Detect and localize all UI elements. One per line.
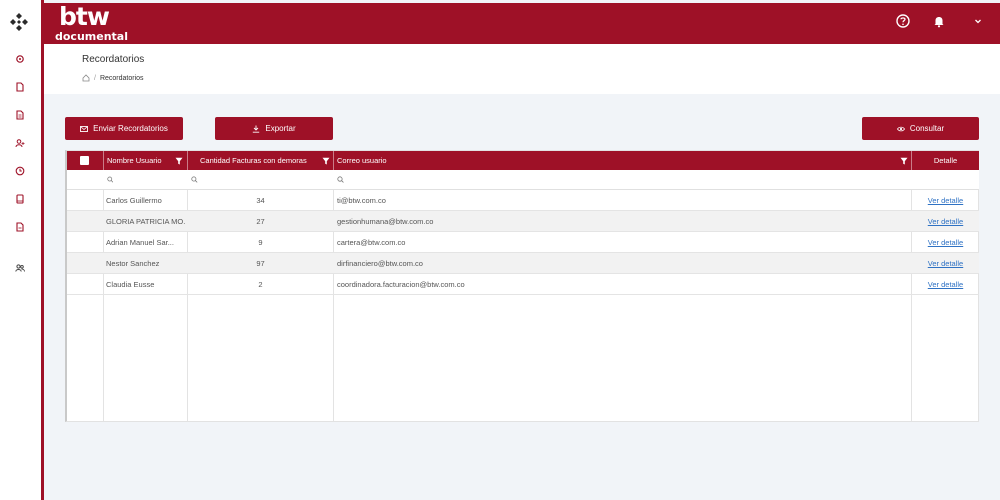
view-detail-link[interactable]: Ver detalle — [928, 280, 963, 289]
invoice-count-cell: 27 — [256, 217, 265, 226]
view-detail-link[interactable]: Ver detalle — [928, 259, 963, 268]
table-row[interactable]: GLORIA PATRICIA MO... 27 gestionhumana@b… — [67, 211, 979, 232]
reminders-table: Nombre Usuario Cantidad Facturas con dem… — [65, 150, 979, 422]
search-icon — [191, 176, 198, 183]
users-icon[interactable] — [13, 261, 27, 275]
brand-subtitle: documental — [55, 30, 128, 43]
mail-icon — [80, 125, 89, 132]
download-icon — [253, 125, 260, 133]
email-filter-field[interactable] — [337, 170, 909, 189]
user-name-cell: Nestor Sanchez — [106, 259, 160, 268]
book-icon[interactable] — [13, 192, 27, 206]
user-name-cell: Claudia Eusse — [106, 280, 155, 289]
file-icon[interactable] — [13, 220, 27, 234]
filter-icon[interactable] — [322, 157, 330, 165]
app-logo-icon[interactable] — [9, 12, 29, 32]
user-filter-field[interactable] — [107, 170, 185, 189]
view-detail-link[interactable]: Ver detalle — [928, 238, 963, 247]
breadcrumb: / Recordatorios — [82, 74, 144, 82]
column-header-email[interactable]: Correo usuario — [337, 151, 911, 170]
bell-icon[interactable] — [931, 13, 947, 29]
table-header: Nombre Usuario Cantidad Facturas con dem… — [67, 151, 979, 170]
invoice-count-cell: 2 — [258, 280, 263, 289]
chevron-down-icon[interactable] — [970, 13, 986, 29]
eye-icon — [896, 126, 905, 131]
user-filter-input[interactable] — [113, 170, 185, 189]
email-cell: ti@btw.com.co — [337, 196, 386, 205]
page-header: Recordatorios / Recordatorios — [44, 44, 1000, 94]
count-filter-field[interactable] — [191, 170, 331, 189]
table-row[interactable]: Claudia Eusse 2 coordinadora.facturacion… — [67, 274, 979, 295]
query-button[interactable]: Consultar — [862, 117, 979, 140]
send-reminders-label: Enviar Recordatorios — [93, 124, 168, 133]
settings-icon[interactable] — [13, 52, 27, 66]
table-row[interactable]: Nestor Sanchez 97 dirfinanciero@btw.com.… — [67, 253, 979, 274]
filter-row — [67, 170, 979, 190]
query-label: Consultar — [909, 124, 945, 133]
invoice-count-cell: 9 — [258, 238, 263, 247]
user-icon[interactable] — [13, 136, 27, 150]
clock-icon[interactable] — [13, 164, 27, 178]
sidebar — [0, 0, 41, 500]
user-name-cell: GLORIA PATRICIA MO... — [106, 217, 186, 226]
brand-logo[interactable]: btw documental — [55, 2, 128, 44]
export-label: Exportar — [265, 124, 296, 133]
filter-icon[interactable] — [900, 157, 908, 165]
email-cell: gestionhumana@btw.com.co — [337, 217, 434, 226]
view-detail-link[interactable]: Ver detalle — [928, 196, 963, 205]
email-filter-input[interactable] — [343, 170, 909, 189]
column-header-count[interactable]: Cantidad Facturas con demoras — [191, 151, 333, 170]
table-row[interactable]: Adrian Manuel Sar... 9 cartera@btw.com.c… — [67, 232, 979, 253]
help-icon[interactable] — [895, 13, 911, 29]
breadcrumb-separator: / — [94, 74, 96, 82]
send-reminders-button[interactable]: Enviar Recordatorios — [65, 117, 183, 140]
view-detail-link[interactable]: Ver detalle — [928, 217, 963, 226]
table-row[interactable]: Carlos Guillermo 34 ti@btw.com.co Ver de… — [67, 190, 979, 211]
document-icon[interactable] — [13, 80, 27, 94]
select-all-checkbox[interactable] — [80, 156, 89, 165]
email-cell: cartera@btw.com.co — [337, 238, 406, 247]
email-cell: coordinadora.facturacion@btw.com.co — [337, 280, 465, 289]
invoice-count-cell: 97 — [256, 259, 265, 268]
home-icon[interactable] — [82, 74, 90, 82]
brand-name: btw — [59, 2, 110, 31]
email-cell: dirfinanciero@btw.com.co — [337, 259, 423, 268]
breadcrumb-current: Recordatorios — [99, 74, 144, 82]
top-bar: btw documental — [44, 2, 1000, 44]
user-name-cell: Adrian Manuel Sar... — [106, 238, 174, 247]
user-name-cell: Carlos Guillermo — [106, 196, 162, 205]
search-icon — [337, 176, 344, 183]
filter-icon[interactable] — [175, 157, 183, 165]
invoice-count-cell: 34 — [256, 196, 265, 205]
column-header-detail: Detalle — [933, 156, 958, 165]
document-alt-icon[interactable] — [13, 108, 27, 122]
export-button[interactable]: Exportar — [215, 117, 333, 140]
page-title: Recordatorios — [82, 54, 145, 65]
column-header-user[interactable]: Nombre Usuario — [107, 151, 187, 170]
count-filter-input[interactable] — [197, 170, 331, 189]
